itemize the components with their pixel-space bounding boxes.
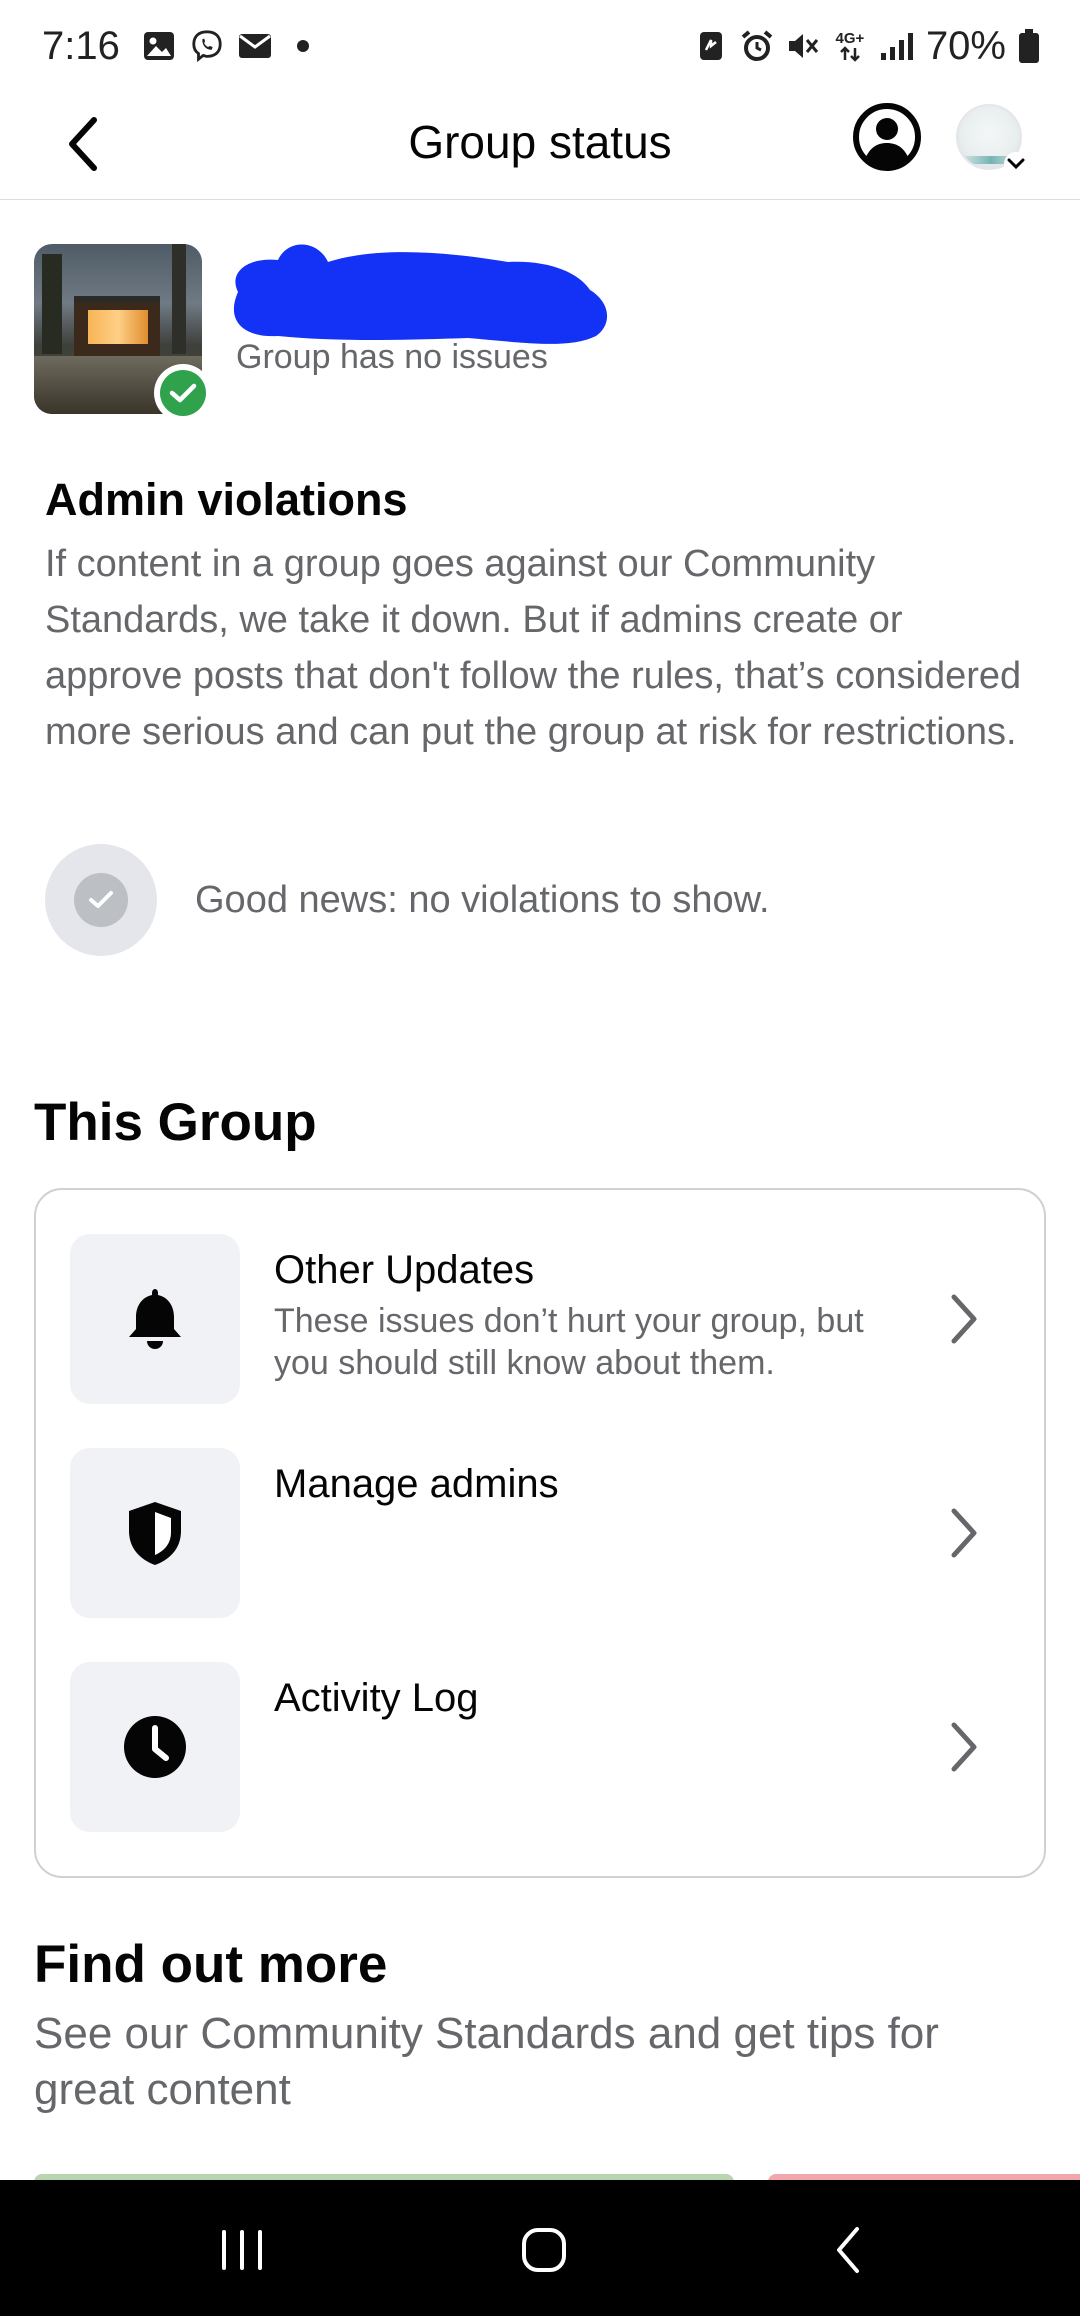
admin-violations-description: If content in a group goes against our C… [45, 543, 1022, 753]
network-label: 4G+ [835, 29, 865, 47]
manage-admins-icon-box [70, 1448, 240, 1618]
check-icon [169, 383, 197, 403]
home-icon [522, 2228, 566, 2272]
dot-icon [286, 29, 320, 63]
battery-icon [1018, 29, 1040, 63]
admin-violations-section: Admin violations If content in a group g… [45, 472, 1035, 760]
profile-icon [853, 103, 921, 171]
this-group-card: Other Updates These issues don’t hurt yo… [34, 1188, 1046, 1878]
other-updates-icon-box [70, 1234, 240, 1404]
nfc-icon [694, 29, 728, 63]
mail-icon [238, 29, 272, 63]
signal-icon [880, 29, 914, 63]
alarm-icon [740, 29, 774, 63]
viber-icon [190, 29, 224, 63]
manage-admins-title: Manage admins [274, 1462, 559, 1506]
app-header: Group status [0, 92, 1080, 200]
recent-apps-button[interactable] [202, 2218, 282, 2282]
clock-icon [124, 1716, 186, 1778]
chevron-right-icon [934, 1289, 994, 1349]
battery-percent: 70% [925, 23, 1006, 68]
other-updates-title: Other Updates [274, 1248, 535, 1292]
shield-icon [129, 1502, 181, 1565]
profile-button[interactable] [852, 102, 922, 172]
chevron-down-icon[interactable] [1004, 152, 1028, 176]
status-ok-badge [154, 364, 212, 422]
mute-icon [786, 29, 820, 63]
other-updates-row[interactable]: Other Updates These issues don’t hurt yo… [70, 1234, 1014, 1404]
manage-admins-row[interactable]: Manage admins [70, 1448, 1014, 1618]
chevron-right-icon [934, 1503, 994, 1563]
other-updates-subtitle: These issues don’t hurt your group, but … [274, 1302, 864, 1382]
no-violations-icon-circle [45, 844, 157, 956]
admin-violations-title: Admin violations [45, 474, 408, 525]
activity-log-icon-box [70, 1662, 240, 1832]
check-icon [89, 891, 113, 908]
group-summary: Group has no issues [34, 244, 1044, 422]
this-group-title: This Group [34, 1093, 317, 1152]
no-violations-text: Good news: no violations to show. [195, 878, 770, 921]
back-arrow-icon [837, 2227, 859, 2273]
recent-apps-icon [222, 2230, 262, 2270]
status-time: 7:16 [42, 23, 120, 68]
bell-icon [129, 1289, 181, 1349]
no-violations-message: Good news: no violations to show. [45, 844, 1035, 956]
image-icon [142, 29, 176, 63]
find-out-more-description: See our Community Standards and get tips… [34, 2009, 939, 2114]
system-navigation-bar [0, 2180, 1080, 2316]
activity-log-title: Activity Log [274, 1676, 479, 1720]
home-button[interactable] [504, 2218, 584, 2282]
status-bar: 7:16 4G+ 70% [0, 0, 1080, 92]
activity-log-row[interactable]: Activity Log [70, 1662, 1014, 1832]
redacted-group-name [233, 244, 608, 344]
network-icon: 4G+ [832, 29, 868, 63]
find-out-more-title: Find out more [34, 1935, 388, 1994]
chevron-right-icon [934, 1717, 994, 1777]
system-back-button[interactable] [808, 2218, 888, 2282]
group-status-text: Group has no issues [236, 338, 548, 376]
